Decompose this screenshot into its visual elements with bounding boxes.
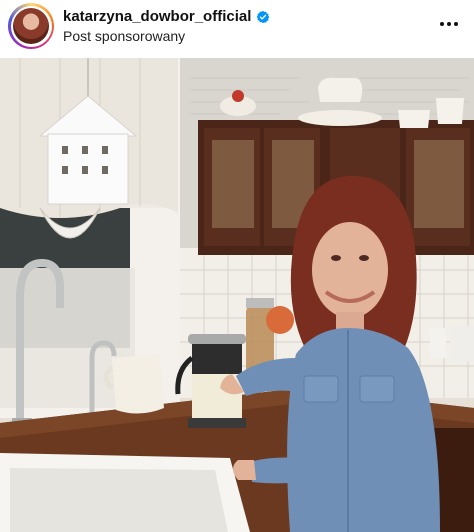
post-header: katarzyna_dowbor_official Post sponsorow… (0, 0, 474, 52)
avatar[interactable] (13, 8, 49, 44)
sponsored-label[interactable]: Post sponsorowany (63, 28, 270, 44)
verified-badge-icon (257, 10, 270, 23)
post-meta: katarzyna_dowbor_official Post sponsorow… (63, 8, 270, 44)
username-link[interactable]: katarzyna_dowbor_official (63, 8, 251, 25)
post-photo[interactable] (0, 58, 474, 532)
more-options-icon[interactable] (436, 14, 462, 34)
kitchen-scene (0, 58, 474, 532)
story-ring[interactable] (8, 3, 54, 49)
